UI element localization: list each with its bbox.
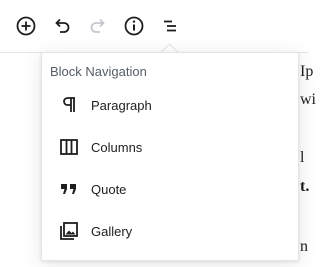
plus-circle-icon <box>16 16 36 36</box>
background-text: l <box>300 149 305 166</box>
popover-title: Block Navigation <box>50 64 147 79</box>
block-nav-item-columns[interactable]: Columns <box>50 129 290 165</box>
gallery-icon <box>58 220 80 242</box>
quote-icon <box>58 178 80 200</box>
background-text: t. <box>300 178 310 195</box>
add-block-button[interactable] <box>12 12 40 40</box>
block-nav-item-gallery[interactable]: Gallery <box>50 213 290 249</box>
undo-button[interactable] <box>48 12 76 40</box>
undo-icon <box>55 18 70 33</box>
background-text: Ip <box>300 63 314 80</box>
redo-button[interactable] <box>84 12 112 40</box>
redo-icon <box>90 18 105 33</box>
block-nav-item-label: Quote <box>91 181 127 197</box>
list-icon <box>164 20 176 32</box>
block-nav-item-label: Paragraph <box>91 97 152 113</box>
columns-icon <box>58 136 80 158</box>
block-nav-item-quote[interactable]: Quote <box>50 171 290 207</box>
info-icon <box>124 16 144 36</box>
background-text: wi <box>300 91 316 108</box>
block-navigation-button[interactable] <box>156 12 184 40</box>
block-nav-item-paragraph[interactable]: Paragraph <box>50 87 290 123</box>
editor-toolbar <box>0 0 309 52</box>
background-text: n <box>300 238 308 255</box>
block-nav-item-label: Gallery <box>91 223 133 239</box>
block-nav-item-label: Columns <box>91 139 143 155</box>
block-navigation-popover: Block Navigation Paragraph Columns Quote <box>41 52 299 261</box>
content-info-button[interactable] <box>120 12 148 40</box>
paragraph-icon <box>58 94 80 116</box>
